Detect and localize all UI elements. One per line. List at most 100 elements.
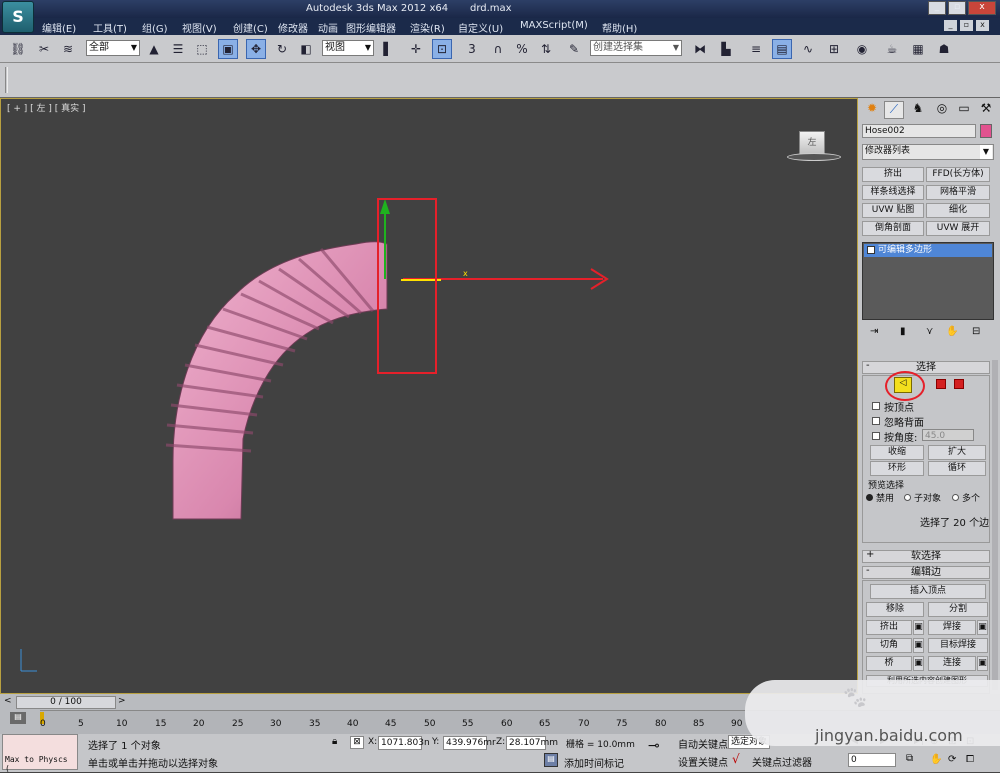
menu-animation[interactable]: 动画 — [318, 20, 338, 35]
target-weld-button[interactable]: 目标焊接 — [928, 638, 988, 653]
window-crossing-icon[interactable]: ▣ — [218, 39, 238, 59]
weld-button[interactable]: 焊接 — [928, 620, 976, 635]
restore-icon[interactable]: ▫ — [948, 1, 966, 15]
ignore-backface-checkbox[interactable] — [872, 417, 880, 425]
link-icon[interactable]: ⛓ — [8, 39, 28, 59]
menu-maxscript[interactable]: MAXScript(M) — [520, 20, 588, 31]
rotate-icon[interactable]: ↻ — [272, 39, 292, 59]
abs-mode-icon[interactable]: ⊠ — [350, 736, 364, 749]
radio-subobj[interactable] — [904, 494, 911, 501]
make-unique-icon[interactable]: ⋎ — [926, 326, 933, 337]
named-selection-icon[interactable]: ✎ — [564, 39, 584, 59]
extrude-button[interactable]: 挤出 — [866, 620, 912, 635]
named-selection-set-dropdown[interactable]: 创建选择集 — [590, 40, 682, 56]
scale-icon[interactable]: ◧ — [296, 39, 316, 59]
trackbar-icon[interactable]: ▤ — [10, 712, 26, 724]
mod-btn-uvw-map[interactable]: UVW 贴图 — [862, 203, 924, 218]
pivot-center-icon[interactable]: ▌ — [378, 39, 398, 59]
menu-tools[interactable]: 工具(T) — [93, 20, 127, 35]
mod-btn-tessellate[interactable]: 细化 — [926, 203, 990, 218]
remove-button[interactable]: 移除 — [866, 602, 924, 617]
bind-space-warp-icon[interactable]: ≋ — [58, 39, 78, 59]
extrude-settings-icon[interactable]: ▣ — [913, 620, 924, 635]
pin-stack-icon[interactable]: ⇥ — [870, 326, 878, 337]
rect-region-icon[interactable]: ⬚ — [192, 39, 212, 59]
menu-customize[interactable]: 自定义(U) — [458, 20, 503, 35]
add-time-tag-icon[interactable]: ▤ — [544, 753, 558, 767]
remove-modifier-icon[interactable]: ✋ — [946, 326, 958, 337]
time-prev-icon[interactable]: < — [4, 696, 12, 706]
split-button[interactable]: 分割 — [928, 602, 988, 617]
add-time-tag-label[interactable]: 添加时间标记 — [564, 755, 624, 770]
graphite-ribbon-icon[interactable]: ▤ — [772, 39, 792, 59]
modify-tab-icon[interactable]: ⟋ — [884, 101, 904, 119]
ring-button[interactable]: 环形 — [870, 461, 924, 476]
app-logo[interactable]: S — [2, 1, 34, 33]
doc-close-icon[interactable]: x — [976, 20, 989, 31]
align-icon[interactable]: ▙ — [716, 39, 736, 59]
hierarchy-tab-icon[interactable]: ♞ — [908, 101, 928, 119]
modifier-list-dropdown[interactable]: 修改器列表 — [862, 144, 994, 160]
expand-icon[interactable] — [867, 246, 875, 254]
chevron-down-icon[interactable]: ▼ — [980, 145, 992, 159]
connect-settings-icon[interactable]: ▣ — [977, 656, 988, 671]
menu-create[interactable]: 创建(C) — [233, 20, 268, 35]
unlink-icon[interactable]: ✂ — [34, 39, 54, 59]
move-icon[interactable]: ✥ — [246, 39, 266, 59]
configure-sets-icon[interactable]: ⊟ — [972, 326, 980, 337]
set-key-button[interactable]: 设置关键点 — [678, 754, 728, 769]
edge-subobj-icon[interactable] — [936, 379, 946, 389]
radio-multi[interactable] — [952, 494, 959, 501]
object-color-swatch[interactable] — [980, 124, 992, 138]
key-filters-button[interactable]: 关键点过滤器 — [752, 754, 812, 769]
time-slider[interactable]: 0 / 100 — [16, 696, 116, 709]
z-coord-field[interactable]: 28.107mm — [506, 736, 558, 750]
object-name-field[interactable]: Hose002 — [862, 124, 976, 138]
schematic-view-icon[interactable]: ⊞ — [824, 39, 844, 59]
menu-edit[interactable]: 编辑(E) — [42, 20, 76, 35]
key-icon[interactable]: ⊸ — [648, 738, 660, 754]
curve-editor-icon[interactable]: ∿ — [798, 39, 818, 59]
by-angle-checkbox[interactable] — [872, 432, 880, 440]
maximize-viewport-icon[interactable]: ⧠ — [966, 754, 974, 765]
time-config-icon[interactable]: ⧉ — [906, 753, 913, 764]
menu-rendering[interactable]: 渲染(R) — [410, 20, 445, 35]
bridge-settings-icon[interactable]: ▣ — [913, 656, 924, 671]
mod-btn-unwrap-uvw[interactable]: UVW 展开 — [926, 221, 990, 236]
chamfer-button[interactable]: 切角 — [866, 638, 912, 653]
menu-graph-editors[interactable]: 图形编辑器 — [346, 20, 396, 35]
chamfer-settings-icon[interactable]: ▣ — [913, 638, 924, 653]
viewcube[interactable]: 左 — [799, 131, 825, 155]
select-manipulate-icon[interactable]: ✛ — [406, 39, 426, 59]
doc-minimize-icon[interactable]: _ — [944, 20, 957, 31]
rollout-edit-edges[interactable]: 编辑边 — [862, 566, 990, 579]
render-setup-icon[interactable]: ☕ — [882, 39, 902, 59]
menu-help[interactable]: 帮助(H) — [602, 20, 637, 35]
close-icon[interactable]: x — [968, 1, 996, 15]
stack-item-editable-poly[interactable]: 可编辑多边形 — [864, 244, 992, 257]
ref-coord-dropdown[interactable]: 视图 — [322, 40, 374, 56]
polygon-subobj-icon[interactable] — [954, 379, 964, 389]
insert-vertex-button[interactable]: 插入顶点 — [870, 584, 986, 599]
mod-btn-extrude[interactable]: 挤出 — [862, 167, 924, 182]
auto-key-button[interactable]: 自动关键点 — [678, 736, 728, 751]
menu-view[interactable]: 视图(V) — [182, 20, 217, 35]
rollout-soft-selection[interactable]: 软选择 — [862, 550, 990, 563]
angle-field[interactable]: 45.0 — [922, 429, 974, 441]
material-editor-icon[interactable]: ◉ — [852, 39, 872, 59]
display-tab-icon[interactable]: ▭ — [954, 101, 974, 119]
lock-icon[interactable]: 🔒︎ — [332, 736, 337, 747]
ribbon-handle[interactable] — [5, 67, 8, 93]
connect-button[interactable]: 连接 — [928, 656, 976, 671]
doc-restore-icon[interactable]: ▫ — [960, 20, 973, 31]
mod-btn-ffd[interactable]: FFD(长方体) — [926, 167, 990, 182]
mod-btn-meshsmooth[interactable]: 网格平滑 — [926, 185, 990, 200]
loop-button[interactable]: 循环 — [928, 461, 986, 476]
snap-3d-icon[interactable]: 3 — [462, 39, 482, 59]
weld-settings-icon[interactable]: ▣ — [977, 620, 988, 635]
frame-spinner[interactable]: 0 — [848, 753, 896, 767]
keyboard-shortcut-icon[interactable]: ⊡ — [432, 39, 452, 59]
rendered-frame-icon[interactable]: ▦ — [908, 39, 928, 59]
viewport-left[interactable]: [ + ] [ 左 ] [ 真实 ] x 左 — [0, 98, 858, 694]
rollout-selection-header[interactable]: 选择 — [862, 361, 990, 374]
